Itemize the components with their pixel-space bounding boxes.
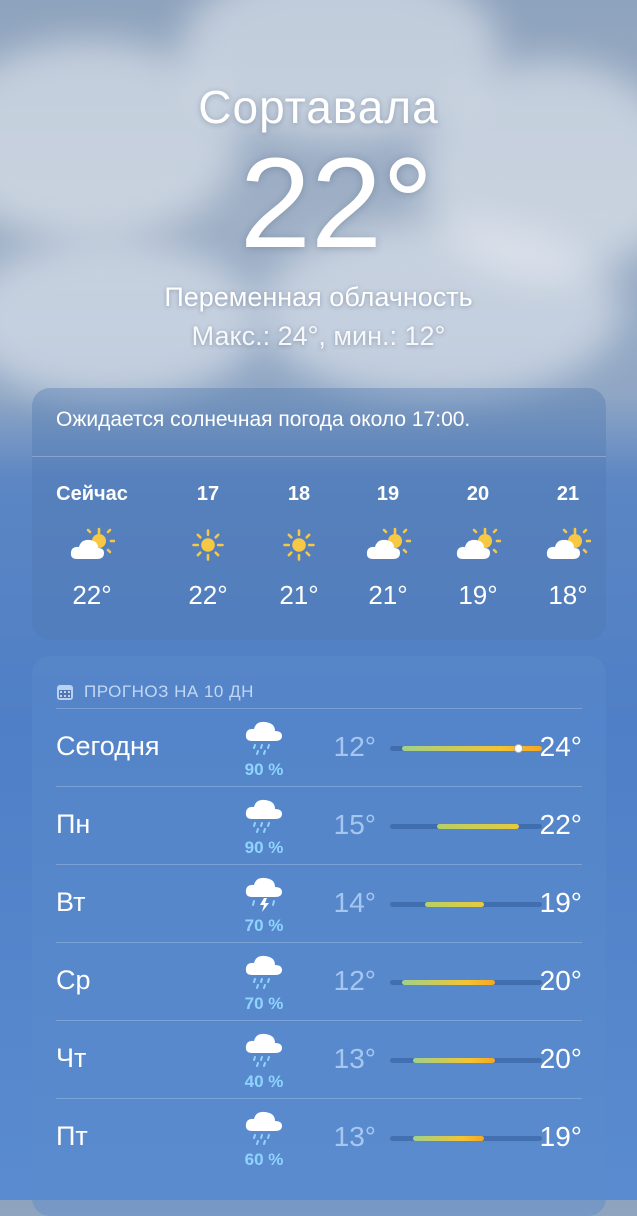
temperature-range-bar bbox=[390, 1058, 542, 1063]
partly-cloudy-icon bbox=[518, 526, 606, 564]
high-temperature: 20° bbox=[539, 1043, 582, 1074]
high-temperature: 19° bbox=[539, 887, 582, 918]
forecast-list[interactable]: Сегодня 90 % 12° 24° Пн 90 % 15° 22° Вт 70 % 14… bbox=[32, 708, 606, 1176]
hour-temperature: 22° bbox=[72, 580, 112, 610]
day-weather: 70 % bbox=[240, 875, 288, 936]
rain-cloud-icon bbox=[240, 1109, 288, 1152]
day-label: Пт bbox=[56, 1121, 88, 1151]
high-temperature: 24° bbox=[539, 731, 582, 762]
day-label: Ср bbox=[56, 965, 91, 995]
hourly-item[interactable]: 21 18° bbox=[518, 483, 606, 611]
partly-cloudy-icon bbox=[338, 526, 438, 564]
high-low: Макс.: 24°, мин.: 12° bbox=[191, 321, 446, 351]
hourly-item[interactable]: 17 22° bbox=[158, 483, 258, 611]
day-weather: 60 % bbox=[240, 1109, 288, 1170]
hour-label: 17 bbox=[196, 483, 220, 505]
hourly-list[interactable]: Сейчас 22° 17 22° 18 21° 19 21° 20 19° 21 18° bbox=[32, 457, 606, 640]
forecast-row[interactable]: Чт 40 % 13° 20° bbox=[56, 1020, 582, 1098]
hour-label: 20 bbox=[466, 483, 490, 505]
hour-temperature: 21° bbox=[368, 580, 408, 610]
rain-cloud-icon bbox=[240, 719, 288, 762]
precipitation-chance: 90 % bbox=[244, 760, 284, 779]
hourly-summary: Ожидается солнечная погода около 17:00. bbox=[32, 388, 606, 457]
rain-cloud-icon bbox=[240, 953, 288, 996]
partly-cloudy-icon bbox=[428, 526, 528, 564]
forecast-row[interactable]: Вт 70 % 14° 19° bbox=[56, 864, 582, 942]
temperature-range-fill bbox=[413, 1058, 496, 1063]
current-temperature: 22° bbox=[239, 132, 434, 275]
current-weather: Сортавала 22° Переменная облачность Макс… bbox=[0, 80, 637, 352]
forecast-row[interactable]: Ср 70 % 12° 20° bbox=[56, 942, 582, 1020]
day-label: Пн bbox=[56, 809, 91, 839]
hour-temperature: 22° bbox=[188, 580, 228, 610]
day-weather: 40 % bbox=[240, 1031, 288, 1092]
temperature-range-bar bbox=[390, 1136, 542, 1141]
low-temperature: 15° bbox=[333, 809, 376, 840]
city-name: Сортавала bbox=[198, 81, 439, 133]
hour-temperature: 21° bbox=[279, 580, 319, 610]
thunderstorm-icon bbox=[240, 875, 288, 918]
day-weather: 90 % bbox=[240, 719, 288, 780]
precipitation-chance: 60 % bbox=[244, 1150, 284, 1169]
day-label: Сегодня bbox=[56, 731, 160, 761]
forecast-title: ПРОГНОЗ НА 10 ДН bbox=[84, 682, 254, 701]
temperature-range-fill bbox=[436, 824, 519, 829]
precipitation-chance: 90 % bbox=[244, 838, 284, 857]
low-temperature: 12° bbox=[333, 965, 376, 996]
weather-condition: Переменная облачность bbox=[164, 282, 473, 312]
low-temperature: 13° bbox=[333, 1121, 376, 1152]
precipitation-chance: 70 % bbox=[244, 994, 284, 1013]
hourly-forecast-card[interactable]: Ожидается солнечная погода около 17:00. … bbox=[32, 388, 606, 640]
temperature-range-fill bbox=[401, 980, 496, 985]
hour-label: Сейчас bbox=[56, 483, 128, 505]
ten-day-forecast-card[interactable]: ПРОГНОЗ НА 10 ДН Сегодня 90 % 12° 24° Пн 90… bbox=[32, 656, 606, 1216]
day-weather: 90 % bbox=[240, 797, 288, 858]
rain-cloud-icon bbox=[240, 797, 288, 840]
hourly-item[interactable]: 19 21° bbox=[338, 483, 438, 611]
hour-label: 19 bbox=[376, 483, 400, 505]
low-temperature: 14° bbox=[333, 887, 376, 918]
precipitation-chance: 70 % bbox=[244, 916, 284, 935]
high-temperature: 22° bbox=[539, 809, 582, 840]
temperature-range-bar bbox=[390, 744, 542, 753]
temperature-range-bar bbox=[390, 824, 542, 829]
forecast-row[interactable]: Сегодня 90 % 12° 24° bbox=[56, 708, 582, 786]
hour-label: 21 bbox=[556, 483, 580, 505]
current-temperature-dot bbox=[514, 744, 524, 753]
sun-icon bbox=[158, 526, 258, 564]
precipitation-chance: 40 % bbox=[244, 1072, 284, 1091]
day-weather: 70 % bbox=[240, 953, 288, 1014]
high-temperature: 20° bbox=[539, 965, 582, 996]
hourly-item[interactable]: 20 19° bbox=[428, 483, 528, 611]
rain-cloud-icon bbox=[240, 1031, 288, 1074]
day-label: Вт bbox=[56, 887, 86, 917]
hourly-item[interactable]: 18 21° bbox=[249, 483, 349, 611]
hourly-item[interactable]: Сейчас 22° bbox=[42, 483, 142, 611]
forecast-row[interactable]: Пн 90 % 15° 22° bbox=[56, 786, 582, 864]
forecast-row[interactable]: Пт 60 % 13° 19° bbox=[56, 1098, 582, 1176]
calendar-icon bbox=[57, 685, 73, 700]
forecast-header: ПРОГНОЗ НА 10 ДН bbox=[32, 656, 606, 708]
temperature-range-fill bbox=[425, 902, 484, 907]
temperature-range-bar bbox=[390, 902, 542, 907]
hour-temperature: 18° bbox=[548, 580, 588, 610]
high-temperature: 19° bbox=[539, 1121, 582, 1152]
hour-label: 18 bbox=[287, 483, 311, 505]
partly-cloudy-icon bbox=[42, 526, 142, 564]
low-temperature: 12° bbox=[333, 731, 376, 762]
day-label: Чт bbox=[56, 1043, 87, 1073]
low-temperature: 13° bbox=[333, 1043, 376, 1074]
hour-temperature: 19° bbox=[458, 580, 498, 610]
temperature-range-fill bbox=[413, 1136, 484, 1141]
sun-icon bbox=[249, 526, 349, 564]
temperature-range-bar bbox=[390, 980, 542, 985]
